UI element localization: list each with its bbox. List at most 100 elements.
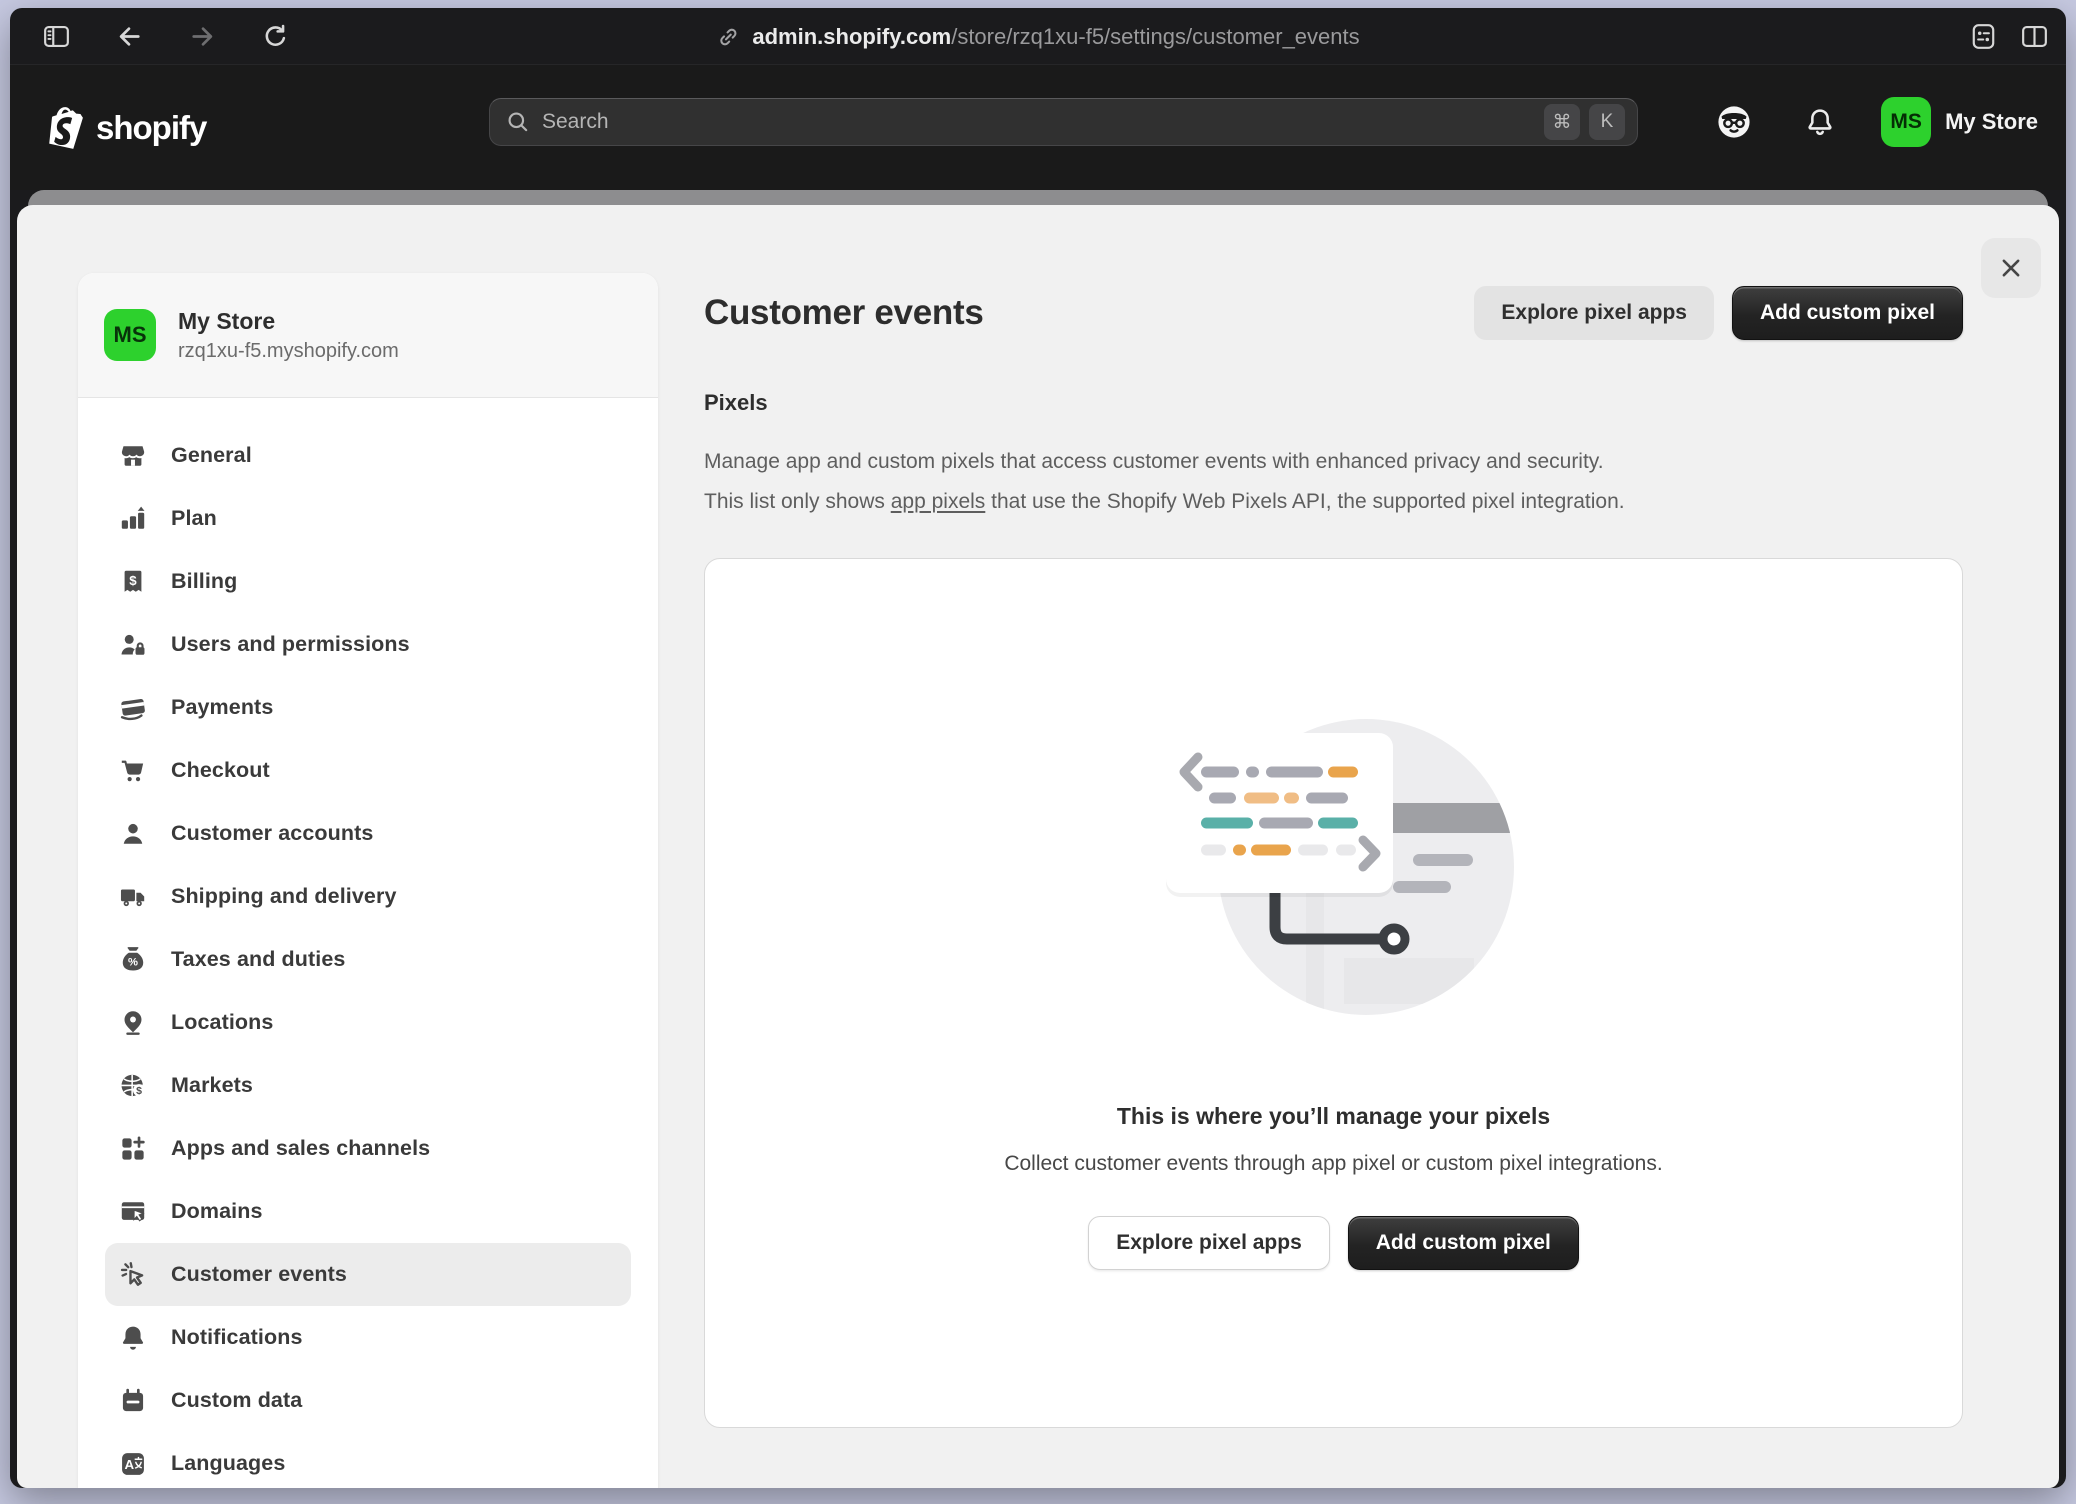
add-custom-pixel-button[interactable]: Add custom pixel bbox=[1732, 286, 1963, 340]
pixels-illustration bbox=[1154, 717, 1514, 1017]
svg-text:%: % bbox=[128, 956, 138, 968]
svg-text:A: A bbox=[125, 1457, 135, 1472]
store-avatar-initials: MS bbox=[1890, 110, 1922, 134]
sidebar-item-label: Shipping and delivery bbox=[171, 884, 397, 909]
cursor-click-icon bbox=[119, 1261, 147, 1289]
admin-header: shopify Search ⌘ K MS My Store bbox=[10, 65, 2066, 190]
sidebar-item-customer-events[interactable]: Customer events bbox=[105, 1243, 631, 1306]
sidebar-toggle-icon[interactable] bbox=[43, 23, 70, 50]
shopify-logo[interactable]: shopify bbox=[46, 105, 206, 151]
pin-icon bbox=[119, 1009, 147, 1037]
sidebar-item-label: Custom data bbox=[171, 1388, 302, 1413]
settings-nav: General Plan $ Billing Users and permissions… bbox=[78, 398, 658, 1488]
sidebar-item-general[interactable]: General bbox=[105, 424, 631, 487]
sidebar-store-card: MS My Store rzq1xu-f5.myshopify.com bbox=[78, 273, 658, 398]
sidebar-item-label: General bbox=[171, 443, 252, 468]
sidebar-item-label: Checkout bbox=[171, 758, 270, 783]
taxes-icon: % bbox=[119, 946, 147, 974]
sidebar-store-domain: rzq1xu-f5.myshopify.com bbox=[178, 340, 399, 363]
sidebar-item-languages[interactable]: A Languages bbox=[105, 1432, 631, 1488]
sidebar-item-label: Markets bbox=[171, 1073, 253, 1098]
apps-icon bbox=[119, 1135, 147, 1163]
page-title: Customer events bbox=[704, 293, 1474, 333]
sidebar-item-locations[interactable]: Locations bbox=[105, 991, 631, 1054]
kbd-k: K bbox=[1589, 104, 1625, 140]
sidebar-item-markets[interactable]: $ Markets bbox=[105, 1054, 631, 1117]
search-icon bbox=[506, 110, 530, 134]
sidebar-item-label: Apps and sales channels bbox=[171, 1136, 430, 1161]
pixels-description: Manage app and custom pixels that access… bbox=[704, 442, 1963, 522]
customer-events-page: Customer events Explore pixel apps Add c… bbox=[704, 286, 1963, 1428]
sidebar-item-label: Users and permissions bbox=[171, 632, 410, 657]
link-icon bbox=[716, 25, 740, 49]
browser-toolbar: admin.shopify.com/store/rzq1xu-f5/settin… bbox=[10, 8, 2066, 65]
bell-icon bbox=[119, 1324, 147, 1352]
sidebar-item-taxes-and-duties[interactable]: %Taxes and duties bbox=[105, 928, 631, 991]
sidebar-item-billing[interactable]: $ Billing bbox=[105, 550, 631, 613]
sidebar-item-shipping-and-delivery[interactable]: Shipping and delivery bbox=[105, 865, 631, 928]
users-icon bbox=[119, 631, 147, 659]
sidebar-item-label: Plan bbox=[171, 506, 217, 531]
sidebar-item-checkout[interactable]: Checkout bbox=[105, 739, 631, 802]
svg-text:$: $ bbox=[129, 572, 137, 587]
sidebar-item-label: Customer events bbox=[171, 1262, 347, 1287]
person-icon bbox=[119, 820, 147, 848]
search-placeholder: Search bbox=[542, 110, 1535, 134]
box-icon bbox=[119, 1387, 147, 1415]
billing-icon: $ bbox=[119, 568, 147, 596]
store-avatar[interactable]: MS bbox=[1881, 97, 1931, 147]
sidebar-store-name: My Store bbox=[178, 308, 399, 335]
pixels-section-heading: Pixels bbox=[704, 390, 1963, 416]
page-settings-icon[interactable] bbox=[1970, 23, 1997, 50]
sidebar-item-label: Domains bbox=[171, 1199, 263, 1224]
sidebar-item-label: Languages bbox=[171, 1451, 285, 1476]
plan-icon bbox=[119, 505, 147, 533]
app-pixels-link[interactable]: app pixels bbox=[891, 490, 986, 513]
empty-add-custom-pixel-button[interactable]: Add custom pixel bbox=[1348, 1216, 1579, 1270]
close-button[interactable] bbox=[1981, 238, 2041, 298]
sidebar-item-notifications[interactable]: Notifications bbox=[105, 1306, 631, 1369]
header-store-name: My Store bbox=[1945, 109, 2038, 135]
svg-text:$: $ bbox=[136, 1085, 142, 1097]
shopify-wordmark: shopify bbox=[96, 109, 206, 147]
description-text-after: that use the Shopify Web Pixels API, the… bbox=[985, 490, 1624, 513]
sidebar-item-payments[interactable]: Payments bbox=[105, 676, 631, 739]
sidebar-item-label: Notifications bbox=[171, 1325, 303, 1350]
checkout-icon bbox=[119, 757, 147, 785]
store-icon bbox=[119, 442, 147, 470]
sidebar-item-customer-accounts[interactable]: Customer accounts bbox=[105, 802, 631, 865]
sidebar-item-apps-and-sales-channels[interactable]: Apps and sales channels bbox=[105, 1117, 631, 1180]
sidebar-item-label: Payments bbox=[171, 695, 273, 720]
search-input[interactable]: Search ⌘ K bbox=[489, 98, 1638, 146]
translate-icon: A bbox=[119, 1450, 147, 1478]
empty-state-heading: This is where you’ll manage your pixels bbox=[1117, 1103, 1550, 1130]
notifications-bell-icon[interactable] bbox=[1805, 107, 1835, 137]
settings-sidebar: MS My Store rzq1xu-f5.myshopify.com Gene… bbox=[78, 273, 658, 1488]
pixels-empty-state-card: This is where you’ll manage your pixels … bbox=[704, 558, 1963, 1428]
address-bar[interactable]: admin.shopify.com/store/rzq1xu-f5/settin… bbox=[716, 8, 1359, 65]
sidebar-item-label: Customer accounts bbox=[171, 821, 373, 846]
domains-icon bbox=[119, 1198, 147, 1226]
explore-pixel-apps-button[interactable]: Explore pixel apps bbox=[1474, 286, 1714, 340]
sidebar-store-avatar: MS bbox=[104, 309, 156, 361]
sidebar-item-domains[interactable]: Domains bbox=[105, 1180, 631, 1243]
sidekick-assistant-icon[interactable] bbox=[1715, 103, 1753, 141]
back-button[interactable] bbox=[116, 23, 143, 50]
sidebar-item-plan[interactable]: Plan bbox=[105, 487, 631, 550]
sidebar-item-label: Billing bbox=[171, 569, 237, 594]
url-path: /store/rzq1xu-f5/settings/customer_event… bbox=[951, 24, 1359, 49]
split-view-icon[interactable] bbox=[2021, 23, 2048, 50]
settings-modal: MS My Store rzq1xu-f5.myshopify.com Gene… bbox=[17, 205, 2059, 1488]
browser-window: admin.shopify.com/store/rzq1xu-f5/settin… bbox=[10, 8, 2066, 1488]
kbd-command: ⌘ bbox=[1544, 104, 1580, 140]
shopify-bag-icon bbox=[46, 105, 88, 151]
forward-button[interactable] bbox=[189, 23, 216, 50]
empty-state-subtext: Collect customer events through app pixe… bbox=[1004, 1152, 1662, 1176]
truck-icon bbox=[119, 883, 147, 911]
empty-explore-pixel-apps-button[interactable]: Explore pixel apps bbox=[1088, 1216, 1330, 1270]
url-host: admin.shopify.com bbox=[752, 24, 951, 49]
payments-icon bbox=[119, 694, 147, 722]
sidebar-item-users-and-permissions[interactable]: Users and permissions bbox=[105, 613, 631, 676]
sidebar-item-custom-data[interactable]: Custom data bbox=[105, 1369, 631, 1432]
reload-button[interactable] bbox=[262, 23, 289, 50]
